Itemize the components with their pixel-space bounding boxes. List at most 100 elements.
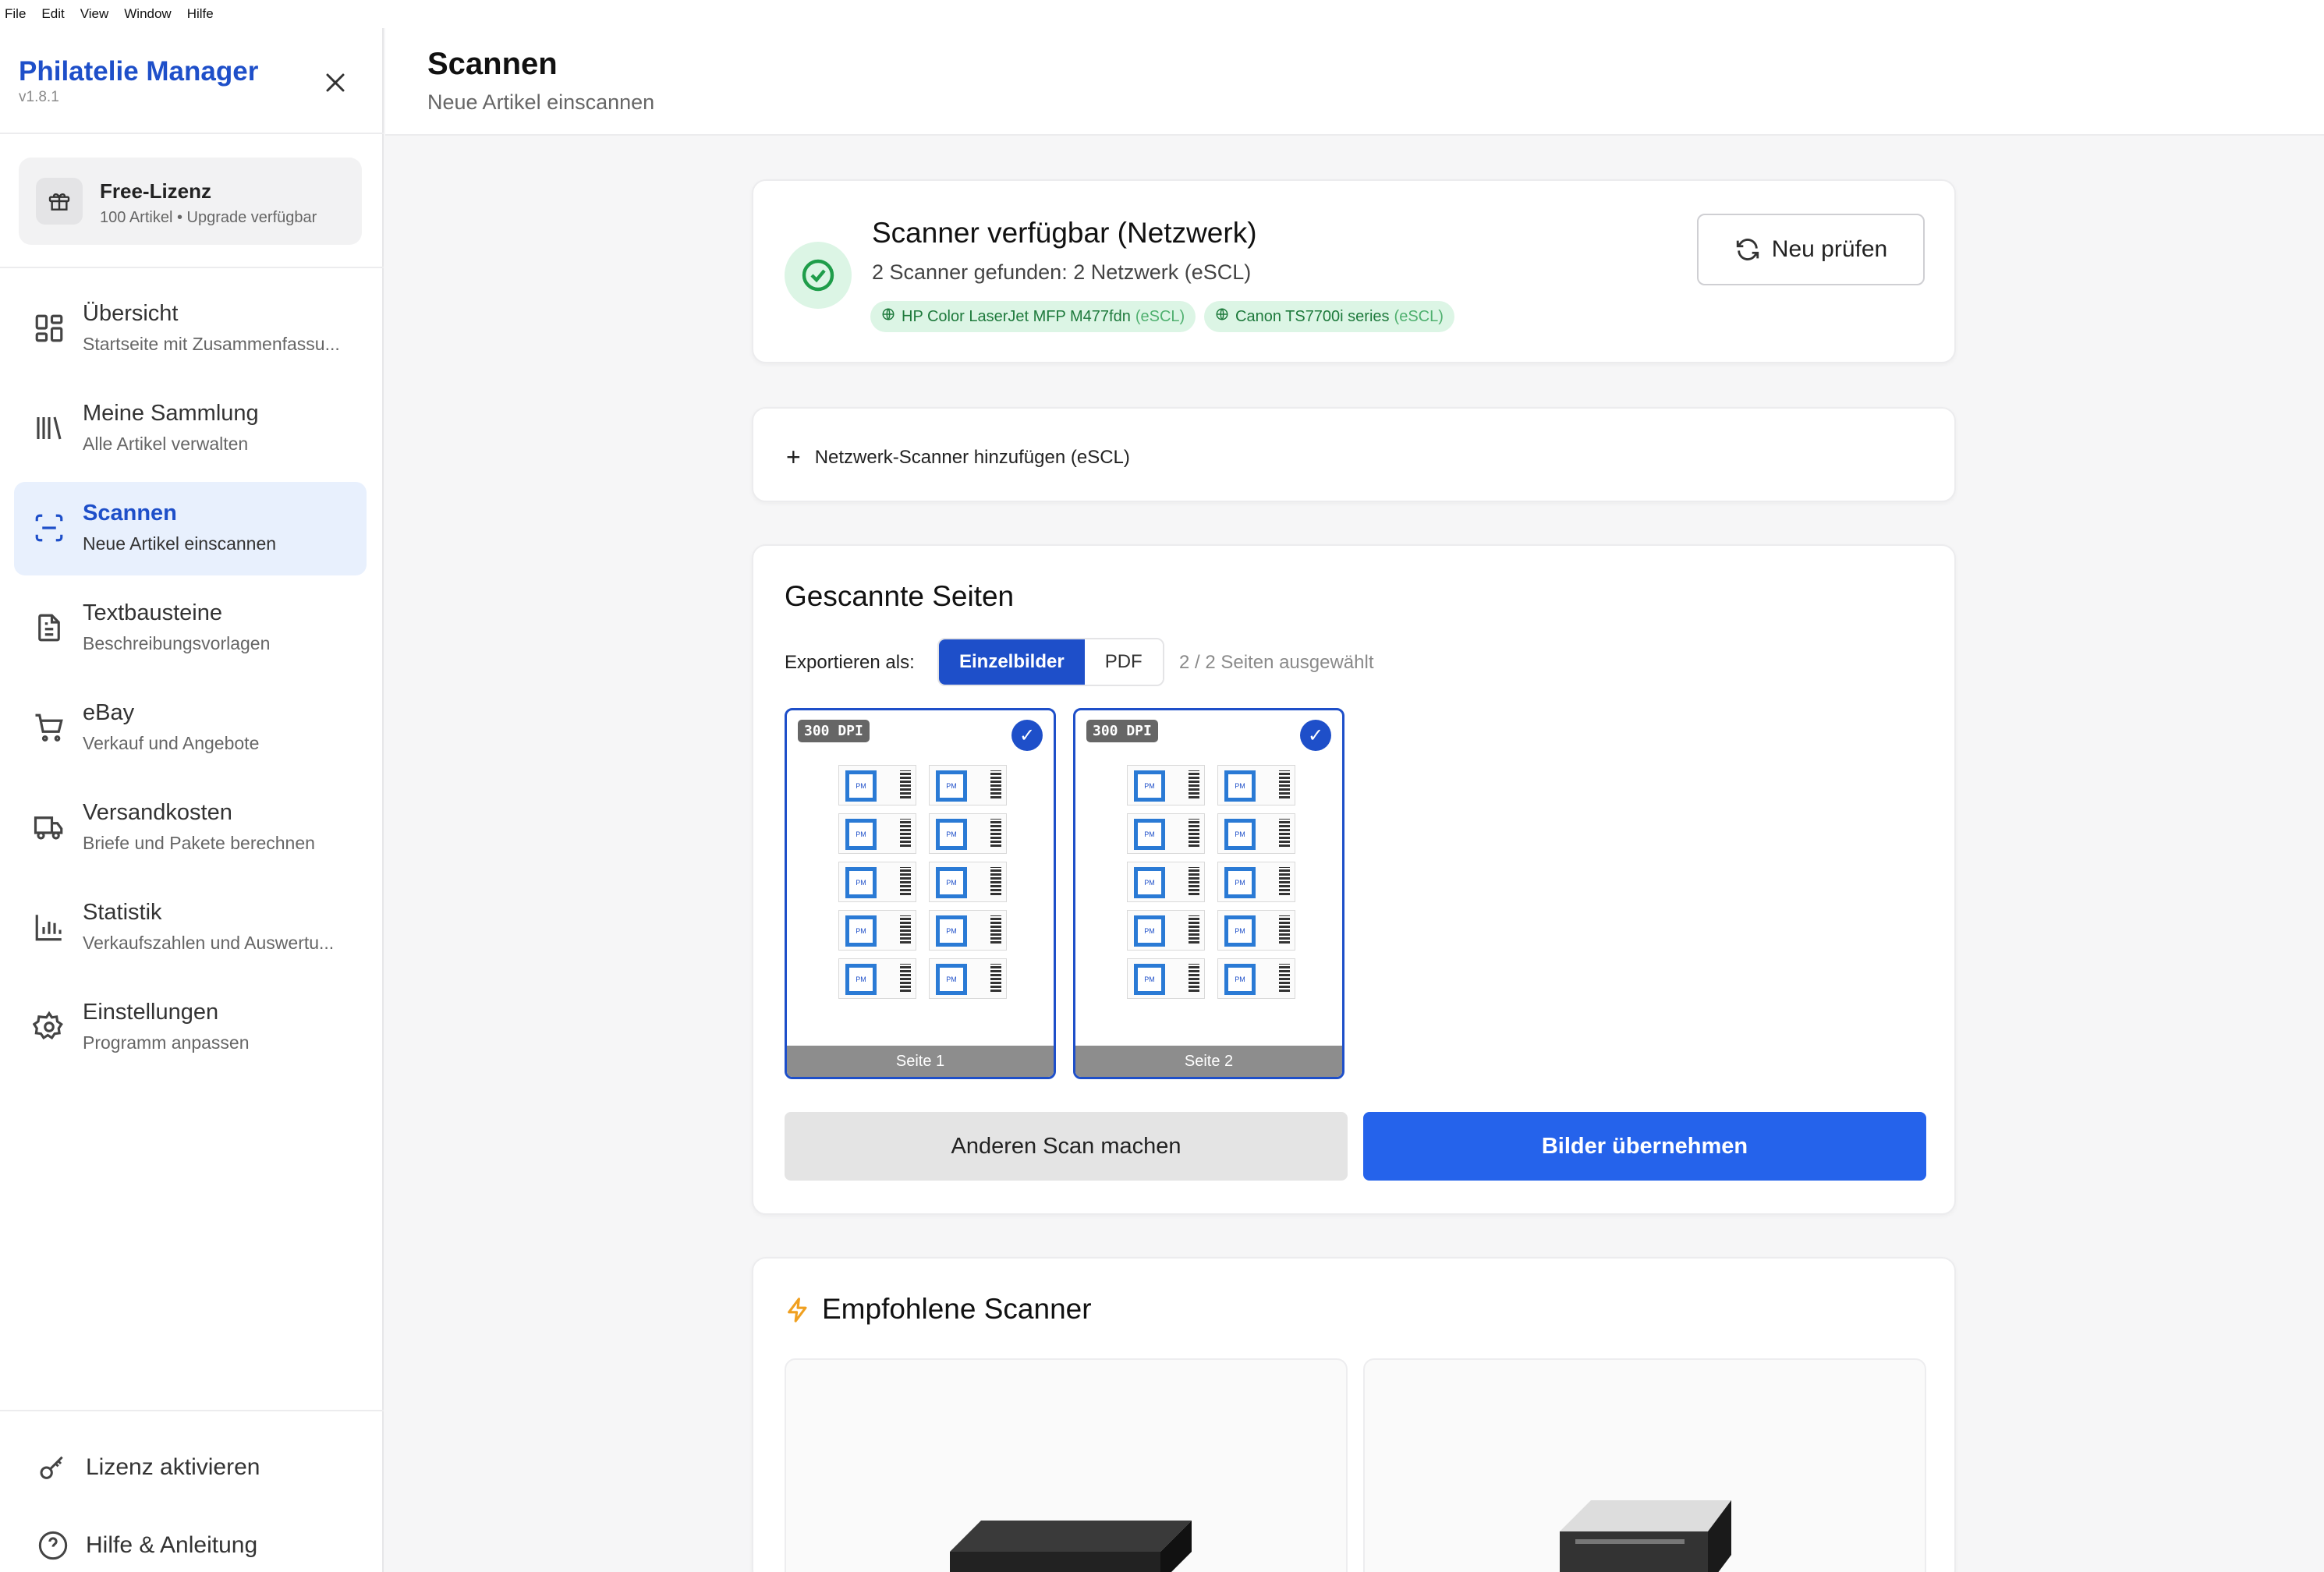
app-version: v1.8.1 xyxy=(19,89,59,105)
brand-title: Philatelie Manager xyxy=(19,56,259,87)
stamp-image: PM xyxy=(1127,765,1205,805)
sidebar-item-sub: Briefe und Pakete berechnen xyxy=(83,833,315,853)
stamp-image: PM xyxy=(1217,813,1295,854)
divider xyxy=(0,1410,384,1411)
cart-icon xyxy=(35,713,63,742)
divider xyxy=(0,267,384,268)
menu-edit[interactable]: Edit xyxy=(41,6,64,22)
page-label: Seite 2 xyxy=(1075,1046,1342,1077)
license-card[interactable]: Free-Lizenz 100 Artikel • Upgrade verfüg… xyxy=(19,158,362,245)
scanner-status-title: Scanner verfügbar (Netzwerk) xyxy=(872,217,1257,249)
activate-license-label: Lizenz aktivieren xyxy=(86,1454,260,1480)
sidebar-item-overview[interactable]: Übersicht Startseite mit Zusammenfassu..… xyxy=(14,282,367,376)
key-icon xyxy=(40,1456,63,1479)
activate-license-link[interactable]: Lizenz aktivieren xyxy=(37,1447,260,1488)
brand: Philatelie Manager v1.8.1 xyxy=(19,56,258,106)
sidebar-item-templates[interactable]: Textbausteine Beschreibungsvorlagen xyxy=(14,582,367,675)
scanner-status-card: Scanner verfügbar (Netzwerk) 2 Scanner g… xyxy=(752,179,1956,363)
export-label: Exportieren als: xyxy=(785,652,915,673)
stamp-grid: PM PM PM PM PM PM PM PM PM PM xyxy=(838,765,1007,999)
page-subtitle: Neue Artikel einscannen xyxy=(427,90,655,114)
sidebar-item-sub: Neue Artikel einscannen xyxy=(83,533,277,554)
sidebar-item-shipping[interactable]: Versandkosten Briefe und Pakete berechne… xyxy=(14,781,367,875)
add-scanner-card[interactable]: + Netzwerk-Scanner hinzufügen (eSCL) xyxy=(752,407,1956,502)
stamp-image: PM xyxy=(1217,958,1295,999)
refresh-icon xyxy=(1736,239,1759,260)
stamp-image: PM xyxy=(1127,813,1205,854)
page-title: Scannen xyxy=(427,47,558,81)
scanner-chip-name: Canon TS7700i series xyxy=(1235,307,1390,325)
stamp-image: PM xyxy=(929,958,1007,999)
scanner-chip[interactable]: HP Color LaserJet MFP M477fdn (eSCL) xyxy=(870,301,1196,332)
truck-icon xyxy=(34,816,63,840)
stamp-image: PM xyxy=(1127,910,1205,951)
app-window: File Edit View Window Hilfe Philatelie M… xyxy=(0,0,2324,1572)
page-thumbnail[interactable]: 300 DPI ✓ PM PM PM PM PM PM PM PM PM PM … xyxy=(1073,708,1344,1079)
stamp-image: PM xyxy=(1217,765,1295,805)
sidebar-item-label: Textbausteine xyxy=(83,600,222,625)
section-title: Gescannte Seiten xyxy=(785,580,1015,612)
stamp-image: PM xyxy=(838,813,916,854)
sidebar-item-settings[interactable]: Einstellungen Programm anpassen xyxy=(14,981,367,1075)
section-title: Empfohlene Scanner xyxy=(822,1293,1092,1325)
recommended-scanners-card: Empfohlene Scanner xyxy=(752,1257,1956,1572)
stamp-image: PM xyxy=(838,765,916,805)
recheck-label: Neu prüfen xyxy=(1771,236,1888,262)
sidebar-item-label: Übersicht xyxy=(83,301,179,326)
sidebar-item-collection[interactable]: Meine Sammlung Alle Artikel verwalten xyxy=(14,382,367,476)
export-option-pdf[interactable]: PDF xyxy=(1084,639,1163,685)
accept-images-button[interactable]: Bilder übernehmen xyxy=(1363,1112,1926,1181)
chart-icon xyxy=(35,915,62,941)
scanner-chip-name: HP Color LaserJet MFP M477fdn xyxy=(902,307,1131,325)
add-scanner-label: Netzwerk-Scanner hinzufügen (eSCL) xyxy=(814,446,1130,468)
plus-icon: + xyxy=(786,443,801,471)
sidebar-item-sub: Startseite mit Zusammenfassu... xyxy=(83,334,340,354)
scanner-status-subtitle: 2 Scanner gefunden: 2 Netzwerk (eSCL) xyxy=(872,260,1252,284)
selection-count: 2 / 2 Seiten ausgewählt xyxy=(1179,652,1374,673)
scanner-product-card[interactable] xyxy=(1363,1358,1926,1572)
menu-view[interactable]: View xyxy=(80,6,109,22)
page-label: Seite 1 xyxy=(787,1046,1054,1077)
scanner-product-card[interactable] xyxy=(785,1358,1348,1572)
close-icon[interactable] xyxy=(320,67,351,98)
sidebar-item-label: Einstellungen xyxy=(83,1000,219,1025)
sidebar-item-scan[interactable]: Scannen Neue Artikel einscannen xyxy=(14,482,367,575)
stamp-image: PM xyxy=(1127,862,1205,902)
scanner-chip[interactable]: Canon TS7700i series (eSCL) xyxy=(1204,301,1454,332)
library-icon xyxy=(37,416,62,440)
stamp-image: PM xyxy=(838,862,916,902)
document-icon xyxy=(38,614,60,642)
check-circle-icon xyxy=(785,242,852,309)
export-format-toggle: Einzelbilder PDF xyxy=(937,638,1164,686)
page-header: Scannen Neue Artikel einscannen xyxy=(385,28,2324,136)
dpi-badge: 300 DPI xyxy=(1086,720,1158,742)
sidebar-item-label: Versandkosten xyxy=(83,800,232,825)
dpi-badge: 300 DPI xyxy=(798,720,870,742)
page-thumbnail[interactable]: 300 DPI ✓ PM PM PM PM PM PM PM PM PM PM … xyxy=(785,708,1056,1079)
scanner-chip-proto: (eSCL) xyxy=(1394,307,1444,325)
sidebar-item-ebay[interactable]: eBay Verkauf und Angebote xyxy=(14,682,367,775)
stamp-image: PM xyxy=(1127,958,1205,999)
sidebar-item-label: Statistik xyxy=(83,900,162,925)
lightning-icon xyxy=(788,1298,807,1322)
checkmark-icon[interactable]: ✓ xyxy=(1011,720,1043,751)
sidebar-item-sub: Verkaufszahlen und Auswertu... xyxy=(83,933,335,953)
scan-icon xyxy=(35,514,63,542)
menu-help[interactable]: Hilfe xyxy=(187,6,214,22)
help-link[interactable]: Hilfe & Anleitung xyxy=(37,1525,257,1566)
sidebar-item-statistics[interactable]: Statistik Verkaufszahlen und Auswertu... xyxy=(14,881,367,975)
checkmark-icon[interactable]: ✓ xyxy=(1300,720,1331,751)
menu-window[interactable]: Window xyxy=(124,6,171,22)
add-scanner-button[interactable]: + Netzwerk-Scanner hinzufügen (eSCL) xyxy=(786,443,1130,472)
rescan-button[interactable]: Anderen Scan machen xyxy=(785,1112,1348,1181)
gift-icon xyxy=(36,178,83,225)
sidebar-item-label: Meine Sammlung xyxy=(83,401,259,426)
menu-file[interactable]: File xyxy=(5,6,26,22)
sidebar-item-label: eBay xyxy=(83,700,135,725)
export-option-images[interactable]: Einzelbilder xyxy=(939,639,1085,685)
flatbed-scanner-image xyxy=(950,1521,1192,1572)
scanner-chip-proto: (eSCL) xyxy=(1135,307,1185,325)
recheck-button[interactable]: Neu prüfen xyxy=(1697,214,1925,285)
scanned-pages-card: Gescannte Seiten Exportieren als: Einzel… xyxy=(752,544,1956,1215)
globe-icon xyxy=(1215,307,1229,326)
